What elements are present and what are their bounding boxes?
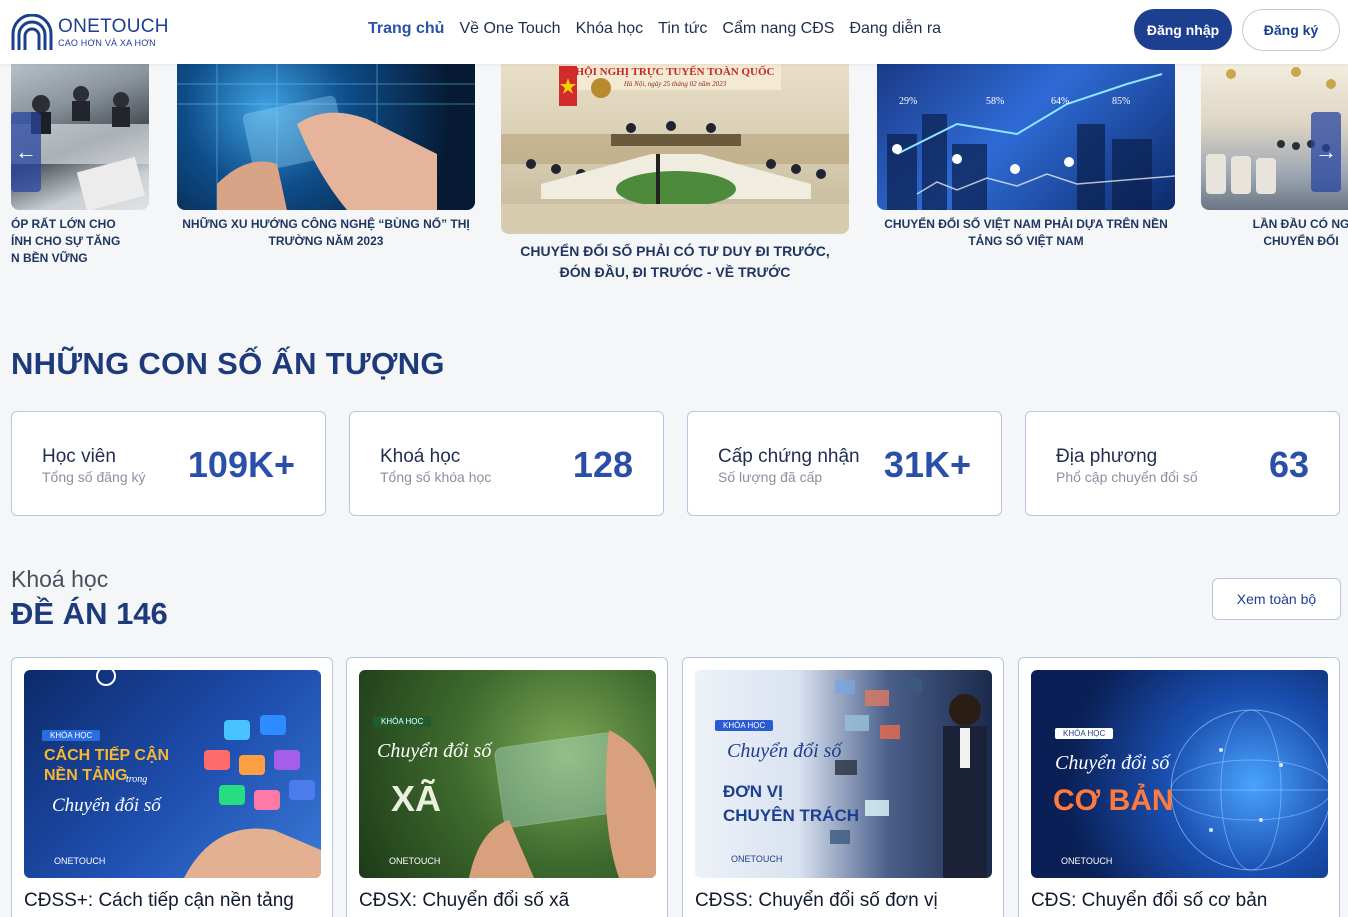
course-name[interactable]: CĐSX: Chuyển đổi số xã xyxy=(359,890,569,912)
glass-device-graphic xyxy=(469,730,656,878)
stat-overlay-1: 29% xyxy=(899,96,918,107)
stat-value: 128 xyxy=(572,444,633,485)
brand-name: ONETOUCH xyxy=(58,15,169,37)
thumb-brand: ONETOUCH xyxy=(731,854,783,864)
stat-sublabel: Tổng số đăng ký xyxy=(42,469,146,485)
site-header: ONETOUCH CAO HƠN VÀ XA HƠN Trang chủ Về … xyxy=(0,0,1348,64)
carousel-prev-button[interactable]: ← xyxy=(11,112,41,192)
slide-caption: CHUYỂN ĐỔI SỐ PHẢI CÓ TƯ DUY ĐI TRƯỚC, Đ… xyxy=(520,243,830,280)
main-nav: Trang chủ Về One Touch Khóa học Tin tức … xyxy=(368,20,941,38)
thumb-title: CÁCH TIẾP CẬN xyxy=(44,747,170,764)
stat-sublabel: Số lượng đã cấp xyxy=(718,469,823,485)
thumb-tag: KHÓA HỌC xyxy=(1055,728,1114,739)
nav-item-ongoing[interactable]: Đang diễn ra xyxy=(849,20,941,38)
nav-item-news[interactable]: Tin tức xyxy=(658,20,707,38)
thumb-title-2: NỀN TẢNG xyxy=(44,767,128,784)
thumb-script: Chuyển đổi số xyxy=(1055,752,1170,774)
conference-hall-image xyxy=(501,64,849,234)
stat-value: 109K+ xyxy=(187,444,295,485)
nav-item-home[interactable]: Trang chủ xyxy=(368,20,444,38)
stat-label: Địa phương xyxy=(1056,446,1158,467)
nav-item-handbook[interactable]: Cẩm nang CĐS xyxy=(722,20,834,38)
slide-caption: CHUYỂN ĐỔI SỐ VIỆT NAM PHẢI DỰA TRÊN NỀN… xyxy=(884,217,1168,248)
thumb-title: XÃ xyxy=(391,778,442,819)
thumb-tag: KHÓA HỌC xyxy=(715,720,774,731)
course-card[interactable]: KHÓA HỌC Chuyển đổi số XÃ ONETOUCH CĐSX:… xyxy=(346,657,668,917)
stat-label: Khoá học xyxy=(380,446,461,467)
course-thumbnail: KHÓA HỌC Chuyển đổi số ĐƠN VỊ CHUYÊN TRÁ… xyxy=(695,670,992,878)
stat-label: Học viên xyxy=(42,446,116,467)
news-carousel: ÓP RẤT LỚN CHO ÍNH CHO SỰ TĂNG N BỀN VỮN… xyxy=(0,64,1348,294)
carousel-next-button[interactable]: → xyxy=(1311,112,1341,192)
course-name[interactable]: CĐSS+: Cách tiếp cận nền tảng xyxy=(24,890,294,912)
stat-sublabel: Phổ cập chuyển đổi số xyxy=(1056,469,1198,485)
stat-sublabel: Tổng số khóa học xyxy=(380,469,492,485)
nav-item-about[interactable]: Về One Touch xyxy=(459,20,560,38)
conference-banner-date: Hà Nội, ngày 25 tháng 02 năm 2023 xyxy=(623,80,727,88)
slide-image xyxy=(177,64,475,210)
thumb-script: Chuyển đổi số xyxy=(52,795,161,816)
thumb-script: Chuyển đổi số xyxy=(727,740,842,762)
carousel-slide[interactable]: NHỮNG XU HƯỚNG CÔNG NGHỆ “BÙNG NỔ” THỊ T… xyxy=(177,64,475,264)
thumb-brand: ONETOUCH xyxy=(54,856,106,866)
course-name[interactable]: CĐSS: Chuyển đổi số đơn vị xyxy=(695,890,938,912)
carousel-slide[interactable]: 29% 58% 64% 85% CHUYỂN ĐỔI SỐ VIỆT NAM P… xyxy=(877,64,1175,264)
slide-image: 29% 58% 64% 85% xyxy=(877,64,1175,210)
stats-section-title: NHỮNG CON SỐ ẤN TƯỢNG xyxy=(11,346,445,381)
thumb-tag: KHÓA HỌC xyxy=(42,730,101,741)
register-button[interactable]: Đăng ký xyxy=(1242,9,1340,51)
course-card[interactable]: KHÓA HỌC CÁCH TIẾP CẬN NỀN TẢNG trong Ch… xyxy=(11,657,333,917)
course-thumbnail: KHÓA HỌC Chuyển đổi số XÃ ONETOUCH xyxy=(359,670,656,878)
carousel-slide[interactable]: HỘI NGHỊ TRỰC TUYẾN TOÀN QUỐC Hà Nội, ng… xyxy=(501,64,849,289)
slide-caption: LẦN ĐẦU CÓ NG CHUYỂN ĐỔI xyxy=(1252,217,1348,248)
brand-tagline: CAO HƠN VÀ XA HƠN xyxy=(58,37,156,48)
thumb-brand: ONETOUCH xyxy=(389,856,441,866)
login-button[interactable]: Đăng nhập xyxy=(1134,9,1232,50)
course-name[interactable]: CĐS: Chuyển đổi số cơ bản xyxy=(1031,890,1267,912)
stat-overlay-3: 64% xyxy=(1051,96,1070,107)
stat-card-courses: Khoá học Tổng số khóa học 128 xyxy=(349,411,664,516)
stat-card-localities: Địa phương Phổ cập chuyển đổi số 63 xyxy=(1025,411,1340,516)
thumb-brand: ONETOUCH xyxy=(1061,856,1113,866)
course-card[interactable]: KHÓA HỌC Chuyển đổi số ĐƠN VỊ CHUYÊN TRÁ… xyxy=(682,657,1004,917)
stat-overlay-4: 85% xyxy=(1112,96,1131,107)
stat-value: 63 xyxy=(1268,444,1309,485)
thumb-title-2: CHUYÊN TRÁCH xyxy=(723,806,859,825)
stat-card-certificates: Cấp chứng nhận Số lượng đã cấp 31K+ xyxy=(687,411,1002,516)
slide-image: HỘI NGHỊ TRỰC TUYẾN TOÀN QUỐC Hà Nội, ng… xyxy=(501,64,849,234)
thumb-title: CƠ BẢN xyxy=(1053,784,1174,817)
stat-card-students: Học viên Tổng số đăng ký 109K+ xyxy=(11,411,326,516)
thumb-small: trong xyxy=(126,774,148,785)
logo[interactable]: ONETOUCH CAO HƠN VÀ XA HƠN xyxy=(10,14,169,50)
course-thumbnail: KHÓA HỌC CÁCH TIẾP CẬN NỀN TẢNG trong Ch… xyxy=(24,670,321,878)
course-card[interactable]: KHÓA HỌC Chuyển đổi số CƠ BẢN ONETOUCH C… xyxy=(1018,657,1340,917)
courses-section-title: ĐỀ ÁN 146 xyxy=(11,596,168,631)
nav-item-courses[interactable]: Khóa học xyxy=(576,20,644,38)
view-all-button[interactable]: Xem toàn bộ xyxy=(1212,578,1341,620)
stat-label: Cấp chứng nhận xyxy=(718,446,860,467)
logo-mark-icon xyxy=(11,14,53,50)
slide-caption: ÓP RẤT LỚN CHO ÍNH CHO SỰ TĂNG N BỀN VỮN… xyxy=(11,217,121,265)
stat-overlay-2: 58% xyxy=(986,96,1005,107)
tech-hands-image xyxy=(177,64,475,210)
thumb-script: Chuyển đổi số xyxy=(377,740,492,762)
course-thumbnail: KHÓA HỌC Chuyển đổi số CƠ BẢN ONETOUCH xyxy=(1031,670,1328,878)
slide-caption: NHỮNG XU HƯỚNG CÔNG NGHỆ “BÙNG NỔ” THỊ T… xyxy=(182,217,470,248)
digital-city-image xyxy=(887,73,1175,210)
conference-banner-text: HỘI NGHỊ TRỰC TUYẾN TOÀN QUỐC xyxy=(575,66,775,78)
thumb-title: ĐƠN VỊ xyxy=(723,782,783,801)
thumb-tag: KHÓA HỌC xyxy=(373,716,432,727)
courses-kicker: Khoá học xyxy=(11,566,109,592)
screens-man-graphic xyxy=(830,678,987,878)
stat-value: 31K+ xyxy=(883,444,971,485)
